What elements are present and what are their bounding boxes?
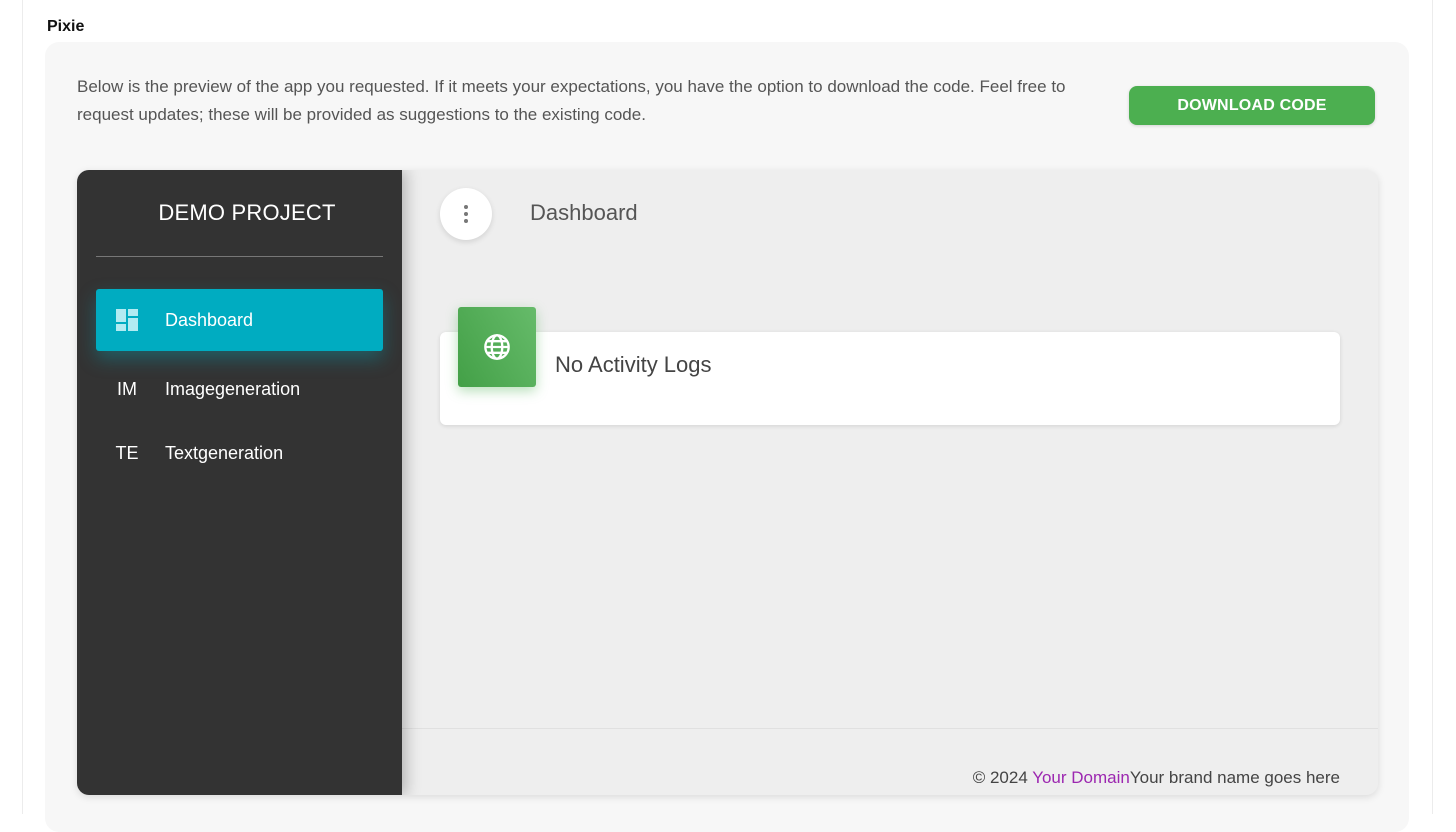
dashboard-icon xyxy=(96,308,158,332)
footer-divider xyxy=(402,728,1378,729)
globe-icon xyxy=(458,307,536,387)
activity-title: No Activity Logs xyxy=(555,352,712,377)
more-menu-button[interactable] xyxy=(440,188,492,240)
brand-title[interactable]: DEMO PROJECT xyxy=(77,200,417,226)
sidebar-item-imagegeneration[interactable]: IM Imagegeneration xyxy=(96,358,383,420)
sidebar-item-label: Dashboard xyxy=(165,309,254,330)
textgeneration-abbrev: TE xyxy=(115,442,139,463)
preview-card: Below is the preview of the app you requ… xyxy=(45,42,1409,832)
sidebar-item-label: Textgeneration xyxy=(165,442,284,463)
intro-text: Below is the preview of the app you requ… xyxy=(77,77,1066,124)
sidebar-item-label: Imagegeneration xyxy=(165,378,301,399)
sidebar-item-dashboard[interactable]: Dashboard xyxy=(96,289,383,351)
main-panel: Dashboard No Activity Logs © 2024 Your D… xyxy=(402,170,1378,795)
activity-card: No Activity Logs xyxy=(440,307,1340,425)
footer-copyright: © 2024 xyxy=(972,768,1033,787)
footer-domain-link[interactable]: Your Domain xyxy=(1032,768,1130,787)
sidebar: DEMO PROJECT Dashboard IM Imagegeneratio… xyxy=(77,170,402,795)
sidebar-item-textgeneration[interactable]: TE Textgeneration xyxy=(96,422,383,484)
demo-app-frame: DEMO PROJECT Dashboard IM Imagegeneratio… xyxy=(77,170,1378,795)
brand-divider xyxy=(96,256,383,257)
more-vertical-icon xyxy=(464,205,468,223)
footer: © 2024 Your DomainYour brand name goes h… xyxy=(973,768,1340,788)
imagegeneration-abbrev: IM xyxy=(117,378,137,399)
download-code-button[interactable]: DOWNLOAD CODE xyxy=(1129,86,1375,125)
app-label: Pixie xyxy=(47,18,85,35)
footer-tagline: Your brand name goes here xyxy=(1129,768,1340,787)
page-title: Dashboard xyxy=(530,200,638,225)
